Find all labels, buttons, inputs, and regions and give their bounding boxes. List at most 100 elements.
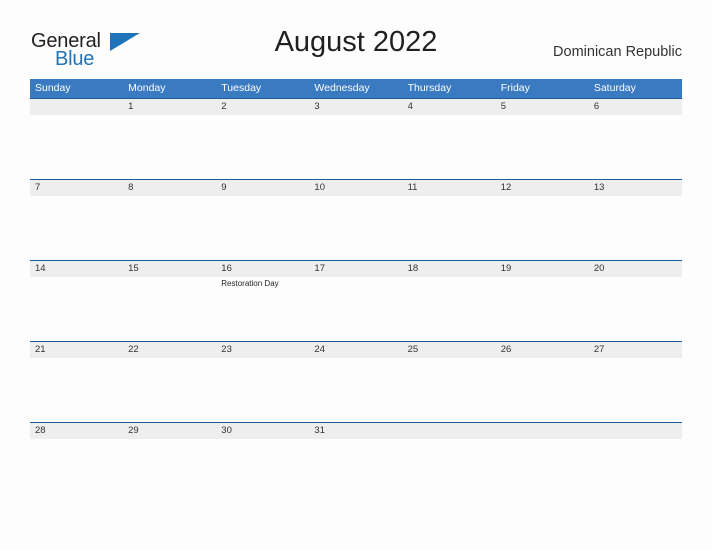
- calendar-day-cell[interactable]: 27: [588, 341, 682, 422]
- day-cell-inner: 16 Restoration Day: [216, 260, 310, 341]
- day-number: 31: [314, 425, 325, 436]
- day-number-band: [123, 98, 217, 115]
- calendar-day-cell[interactable]: 8: [123, 179, 217, 260]
- weekday-header-sunday: Sunday: [30, 79, 124, 98]
- day-cell-inner: 18: [402, 260, 496, 341]
- day-cell-inner: [402, 422, 496, 503]
- day-cell-inner: 29: [123, 422, 217, 503]
- calendar-empty-cell: [588, 422, 682, 503]
- day-number-band: [588, 422, 682, 439]
- day-cell-inner: 24: [309, 341, 403, 422]
- day-number: 19: [500, 263, 512, 274]
- calendar-day-cell[interactable]: 20: [588, 260, 682, 341]
- day-cell-inner: 5: [495, 98, 589, 179]
- calendar-day-cell[interactable]: 30: [216, 422, 310, 503]
- day-number: 6: [593, 101, 600, 112]
- calendar-day-cell[interactable]: 13: [588, 179, 682, 260]
- calendar-day-cell[interactable]: 22: [123, 341, 217, 422]
- day-cell-inner: 27: [588, 341, 682, 422]
- calendar-day-cell[interactable]: 29: [123, 422, 217, 503]
- calendar-week-row: 14 15 16 Restoration Day 17 18 19 20: [30, 260, 682, 341]
- calendar-empty-cell: [495, 422, 589, 503]
- calendar-day-cell[interactable]: 26: [495, 341, 589, 422]
- day-cell-inner: 25: [402, 341, 496, 422]
- calendar-header-row: Sunday Monday Tuesday Wednesday Thursday…: [30, 79, 682, 98]
- day-number: 28: [35, 425, 46, 436]
- weekday-header-wednesday: Wednesday: [309, 79, 403, 98]
- day-number: 13: [593, 182, 605, 193]
- day-cell-inner: 31: [309, 422, 403, 503]
- day-cell-inner: 14: [30, 260, 124, 341]
- day-number-band: [30, 98, 124, 115]
- calendar-day-cell[interactable]: 4: [402, 98, 496, 179]
- day-number: 21: [35, 344, 46, 355]
- calendar-day-cell[interactable]: 10: [309, 179, 403, 260]
- calendar-table: Sunday Monday Tuesday Wednesday Thursday…: [30, 79, 682, 503]
- day-number: 30: [221, 425, 232, 436]
- day-number-band: [588, 98, 682, 115]
- calendar-day-cell[interactable]: 17: [309, 260, 403, 341]
- calendar-week-row: 28 29 30 31: [30, 422, 682, 503]
- weekday-header-saturday: Saturday: [588, 79, 682, 98]
- calendar-day-cell[interactable]: 5: [495, 98, 589, 179]
- day-cell-inner: 26: [495, 341, 589, 422]
- calendar-empty-cell: [30, 98, 124, 179]
- day-number-band: [495, 422, 589, 439]
- day-cell-inner: 17: [309, 260, 403, 341]
- day-number-band: [216, 179, 310, 196]
- day-number-band: [30, 179, 124, 196]
- weekday-header-friday: Friday: [495, 79, 589, 98]
- day-number: 24: [314, 344, 325, 355]
- calendar-day-cell[interactable]: 3: [309, 98, 403, 179]
- day-cell-inner: 13: [588, 179, 682, 260]
- day-number: 23: [221, 344, 232, 355]
- day-number: 11: [407, 182, 418, 193]
- calendar-day-cell[interactable]: 9: [216, 179, 310, 260]
- calendar-day-cell[interactable]: 12: [495, 179, 589, 260]
- calendar-day-cell[interactable]: 23: [216, 341, 310, 422]
- calendar-body: 1 2 3 4 5 6 7 8 9 10 11 12 13 14 15 16 Restoration Day 17…: [30, 98, 682, 503]
- day-number-band: [216, 98, 310, 115]
- day-number-band: [309, 98, 403, 115]
- calendar-day-cell[interactable]: 16 Restoration Day: [216, 260, 310, 341]
- day-cell-inner: 10: [309, 179, 403, 260]
- day-events: Restoration Day: [221, 279, 307, 290]
- day-number: 2: [221, 101, 227, 112]
- weekday-header-monday: Monday: [123, 79, 217, 98]
- calendar-day-cell[interactable]: 31: [309, 422, 403, 503]
- day-cell-inner: 1: [123, 98, 217, 179]
- day-cell-inner: 23: [216, 341, 310, 422]
- calendar-day-cell[interactable]: 14: [30, 260, 124, 341]
- day-cell-inner: 4: [402, 98, 496, 179]
- calendar-day-cell[interactable]: 11: [402, 179, 496, 260]
- calendar-day-cell[interactable]: 15: [123, 260, 217, 341]
- calendar-day-cell[interactable]: 6: [588, 98, 682, 179]
- calendar-day-cell[interactable]: 25: [402, 341, 496, 422]
- calendar-day-cell[interactable]: 19: [495, 260, 589, 341]
- day-number: 14: [35, 263, 46, 274]
- day-number: 1: [128, 101, 134, 112]
- calendar-day-cell[interactable]: 7: [30, 179, 124, 260]
- calendar-day-cell[interactable]: 24: [309, 341, 403, 422]
- calendar-week-row: 7 8 9 10 11 12 13: [30, 179, 682, 260]
- day-cell-inner: 22: [123, 341, 217, 422]
- day-number-band: [402, 422, 496, 439]
- calendar-day-cell[interactable]: 2: [216, 98, 310, 179]
- weekday-header-tuesday: Tuesday: [216, 79, 310, 98]
- calendar-day-cell[interactable]: 28: [30, 422, 124, 503]
- day-cell-inner: 21: [30, 341, 124, 422]
- day-cell-inner: 12: [495, 179, 589, 260]
- calendar-week-row: 21 22 23 24 25 26 27: [30, 341, 682, 422]
- day-number: 15: [128, 263, 139, 274]
- day-number: 4: [407, 101, 413, 112]
- calendar-day-cell[interactable]: 21: [30, 341, 124, 422]
- day-number: 9: [221, 182, 227, 193]
- day-number: 26: [500, 344, 512, 355]
- calendar-day-cell[interactable]: 1: [123, 98, 217, 179]
- day-number-band: [402, 98, 496, 115]
- day-number: 25: [407, 344, 419, 355]
- day-number: 18: [407, 263, 419, 274]
- calendar-week-row: 1 2 3 4 5 6: [30, 98, 682, 179]
- day-cell-inner: 19: [495, 260, 589, 341]
- calendar-day-cell[interactable]: 18: [402, 260, 496, 341]
